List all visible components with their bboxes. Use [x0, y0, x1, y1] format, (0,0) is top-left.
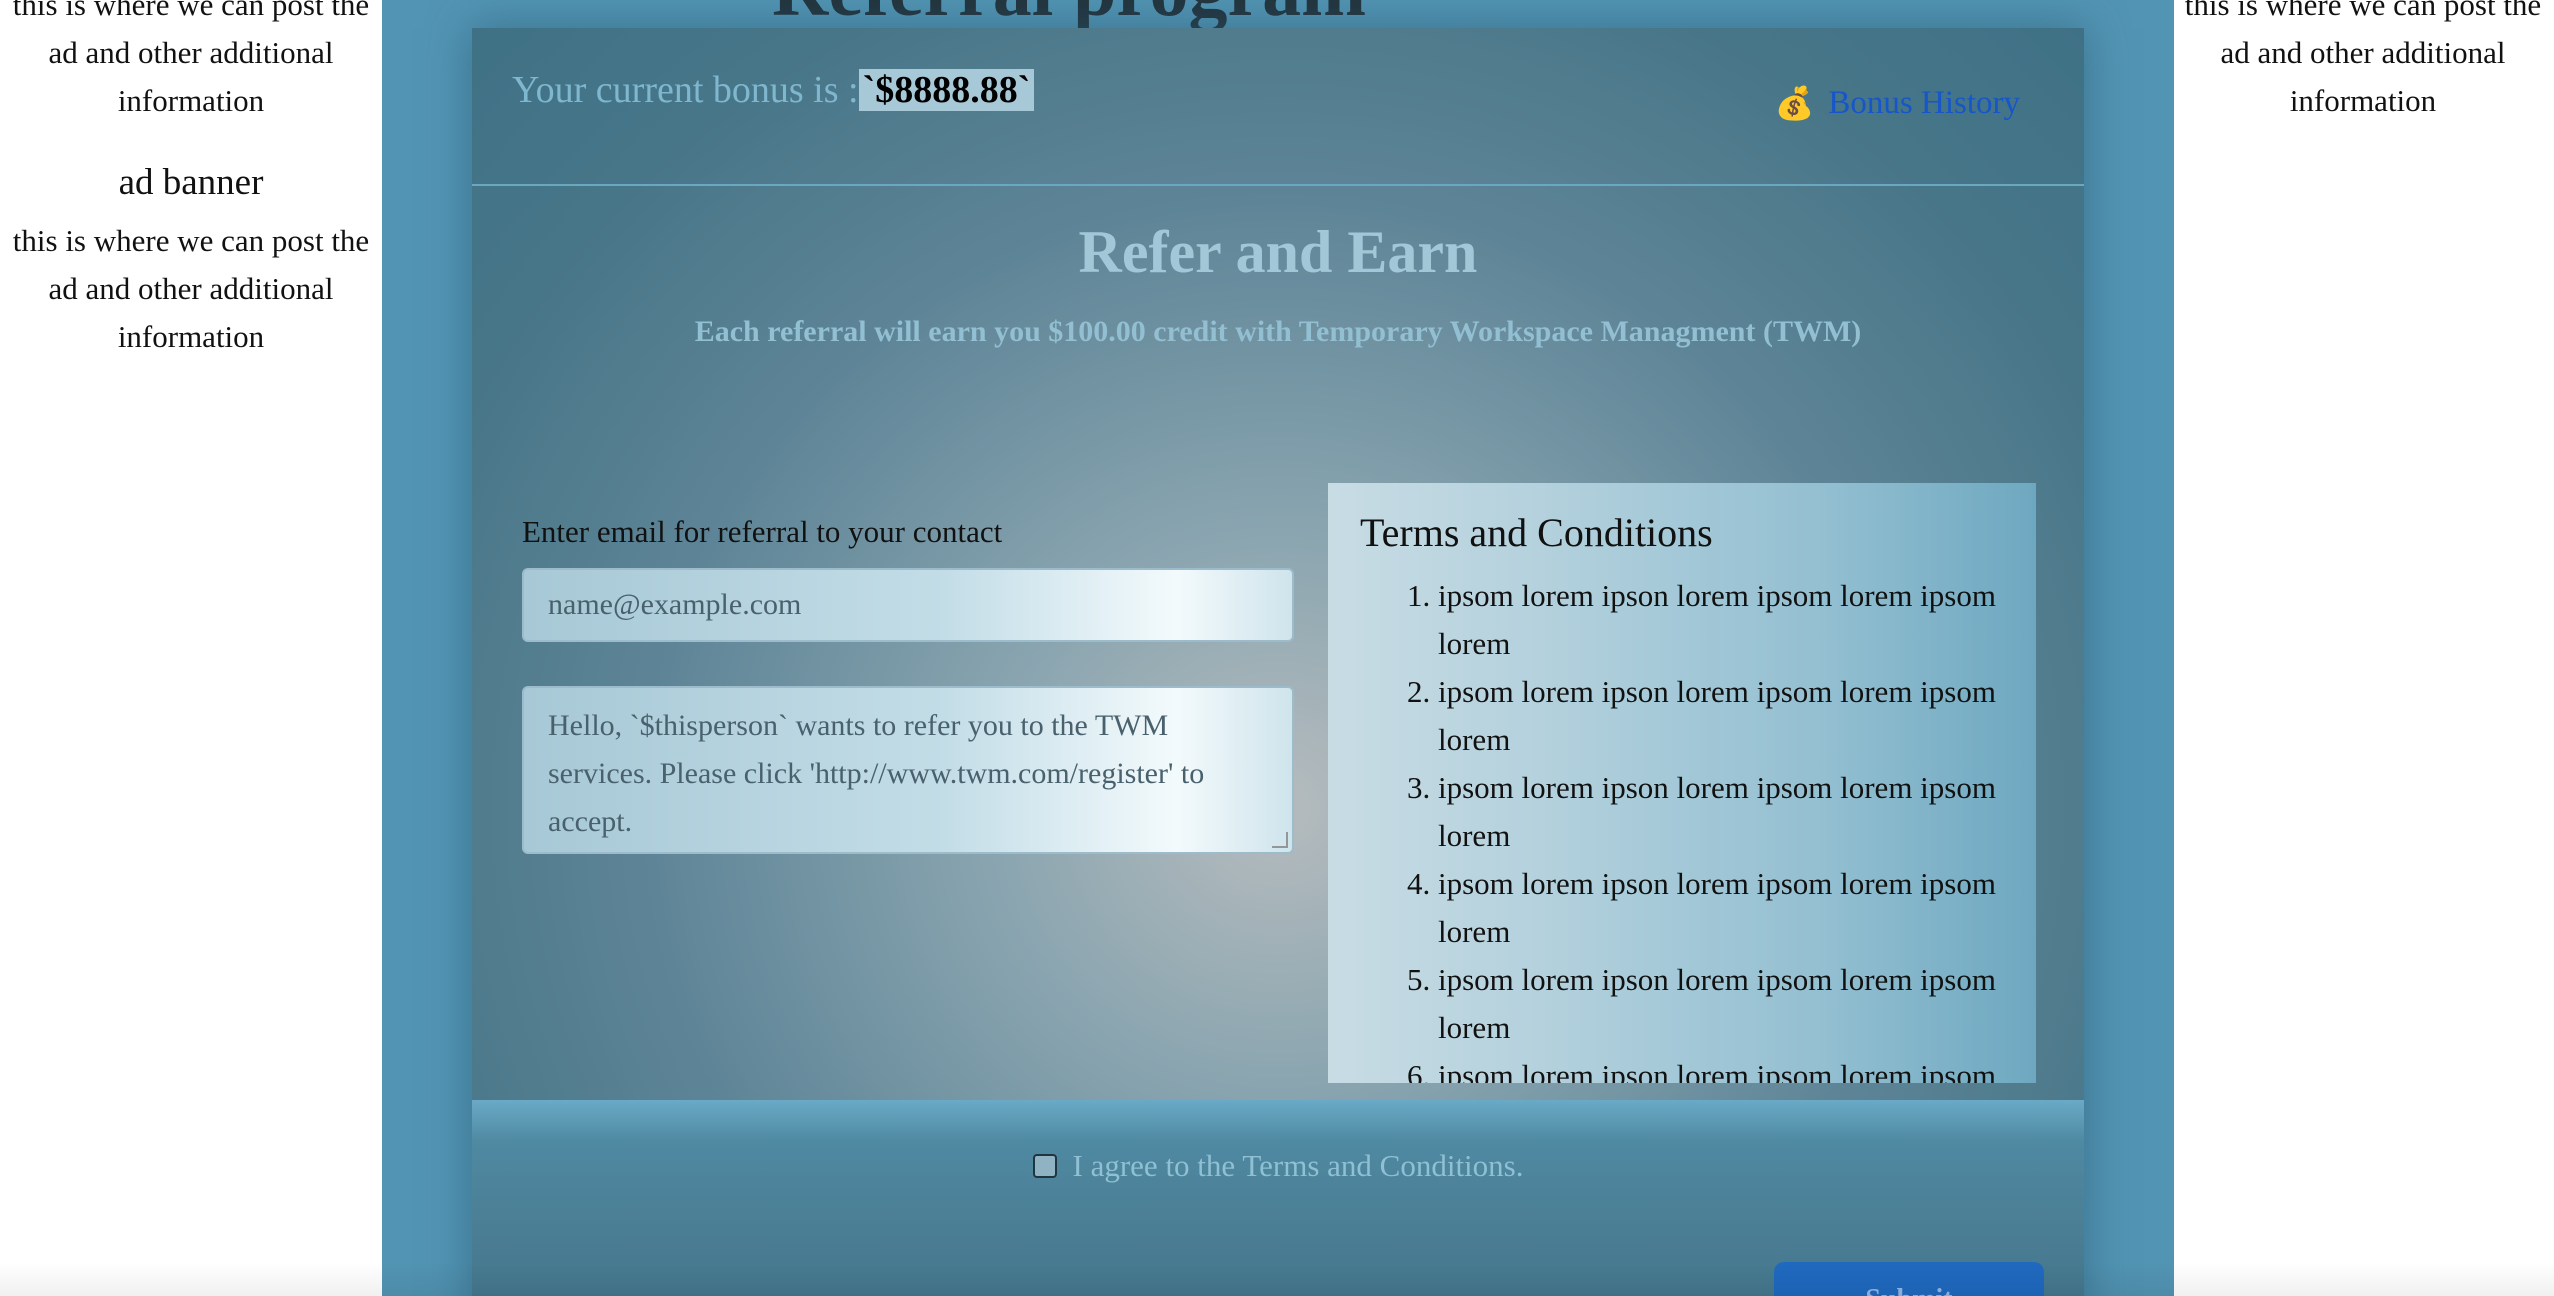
terms-item: ipsom lorem ipson lorem ipsom lorem ipso…: [1438, 764, 2016, 860]
referral-panel: Your current bonus is : `$8888.88` 💰 Bonu…: [472, 28, 2084, 1296]
hero-section: Refer and Earn Each referral will earn y…: [472, 218, 2084, 349]
terms-title: Terms and Conditions: [1360, 510, 1713, 555]
agree-row: I agree to the Terms and Conditions.: [472, 1148, 2084, 1184]
terms-panel[interactable]: Terms and Conditions ipsom lorem ipson l…: [1328, 483, 2036, 1083]
left-ad-text-top: this is where we can post the ad and oth…: [12, 0, 370, 118]
email-field-label: Enter email for referral to your contact: [522, 514, 1003, 549]
terms-item: ipsom lorem ipson lorem ipsom lorem ipso…: [1438, 572, 2016, 668]
bonus-amount: `$8888.88`: [858, 69, 1035, 111]
right-ad-text-top: this is where we can post the ad and oth…: [2184, 0, 2542, 118]
bonus-bar: Your current bonus is : `$8888.88` 💰 Bonu…: [472, 28, 2084, 186]
hero-subtitle: Each referral will earn you $100.00 cred…: [694, 315, 1862, 348]
agree-label[interactable]: I agree to the Terms and Conditions.: [1073, 1148, 1524, 1184]
right-ad-column: this is where we can post the ad and oth…: [2172, 0, 2554, 125]
terms-list: ipsom lorem ipson lorem ipsom lorem ipso…: [1328, 572, 2036, 1083]
terms-item: ipsom lorem ipson lorem ipsom lorem ipso…: [1438, 1052, 2016, 1083]
hero-title: Refer and Earn: [1078, 219, 1478, 285]
agree-checkbox[interactable]: [1032, 1154, 1057, 1178]
money-bag-icon: 💰: [1774, 85, 1815, 121]
message-textarea[interactable]: Hello, `$thisperson` wants to refer you …: [522, 686, 1294, 854]
submit-button[interactable]: Submit: [1774, 1262, 2044, 1296]
terms-item: ipsom lorem ipson lorem ipsom lorem ipso…: [1438, 956, 2016, 1052]
email-field[interactable]: name@example.com: [522, 568, 1294, 642]
terms-item: ipsom lorem ipson lorem ipsom lorem ipso…: [1438, 668, 2016, 764]
bonus-history-label: Bonus History: [1828, 84, 2020, 121]
bonus-summary: Your current bonus is : `$8888.88`: [512, 68, 1035, 112]
terms-item: ipsom lorem ipson lorem ipsom lorem ipso…: [1438, 860, 2016, 956]
referral-form: Enter email for referral to your contact…: [472, 448, 2084, 1088]
message-text: Hello, `$thisperson` wants to refer you …: [548, 709, 1205, 838]
main-content: Referral program Your current bonus is :…: [382, 0, 2174, 1296]
bonus-history-link[interactable]: 💰 Bonus History: [1775, 84, 2020, 122]
left-ad-title: ad banner: [118, 162, 264, 203]
left-ad-text-bottom: this is where we can post the ad and oth…: [12, 223, 370, 354]
resize-handle-icon[interactable]: [1272, 832, 1288, 848]
bonus-label: Your current bonus is :: [512, 69, 859, 111]
agreement-bar: I agree to the Terms and Conditions. Sub…: [472, 1100, 2084, 1296]
left-ad-column: this is where we can post the ad and oth…: [0, 0, 382, 361]
